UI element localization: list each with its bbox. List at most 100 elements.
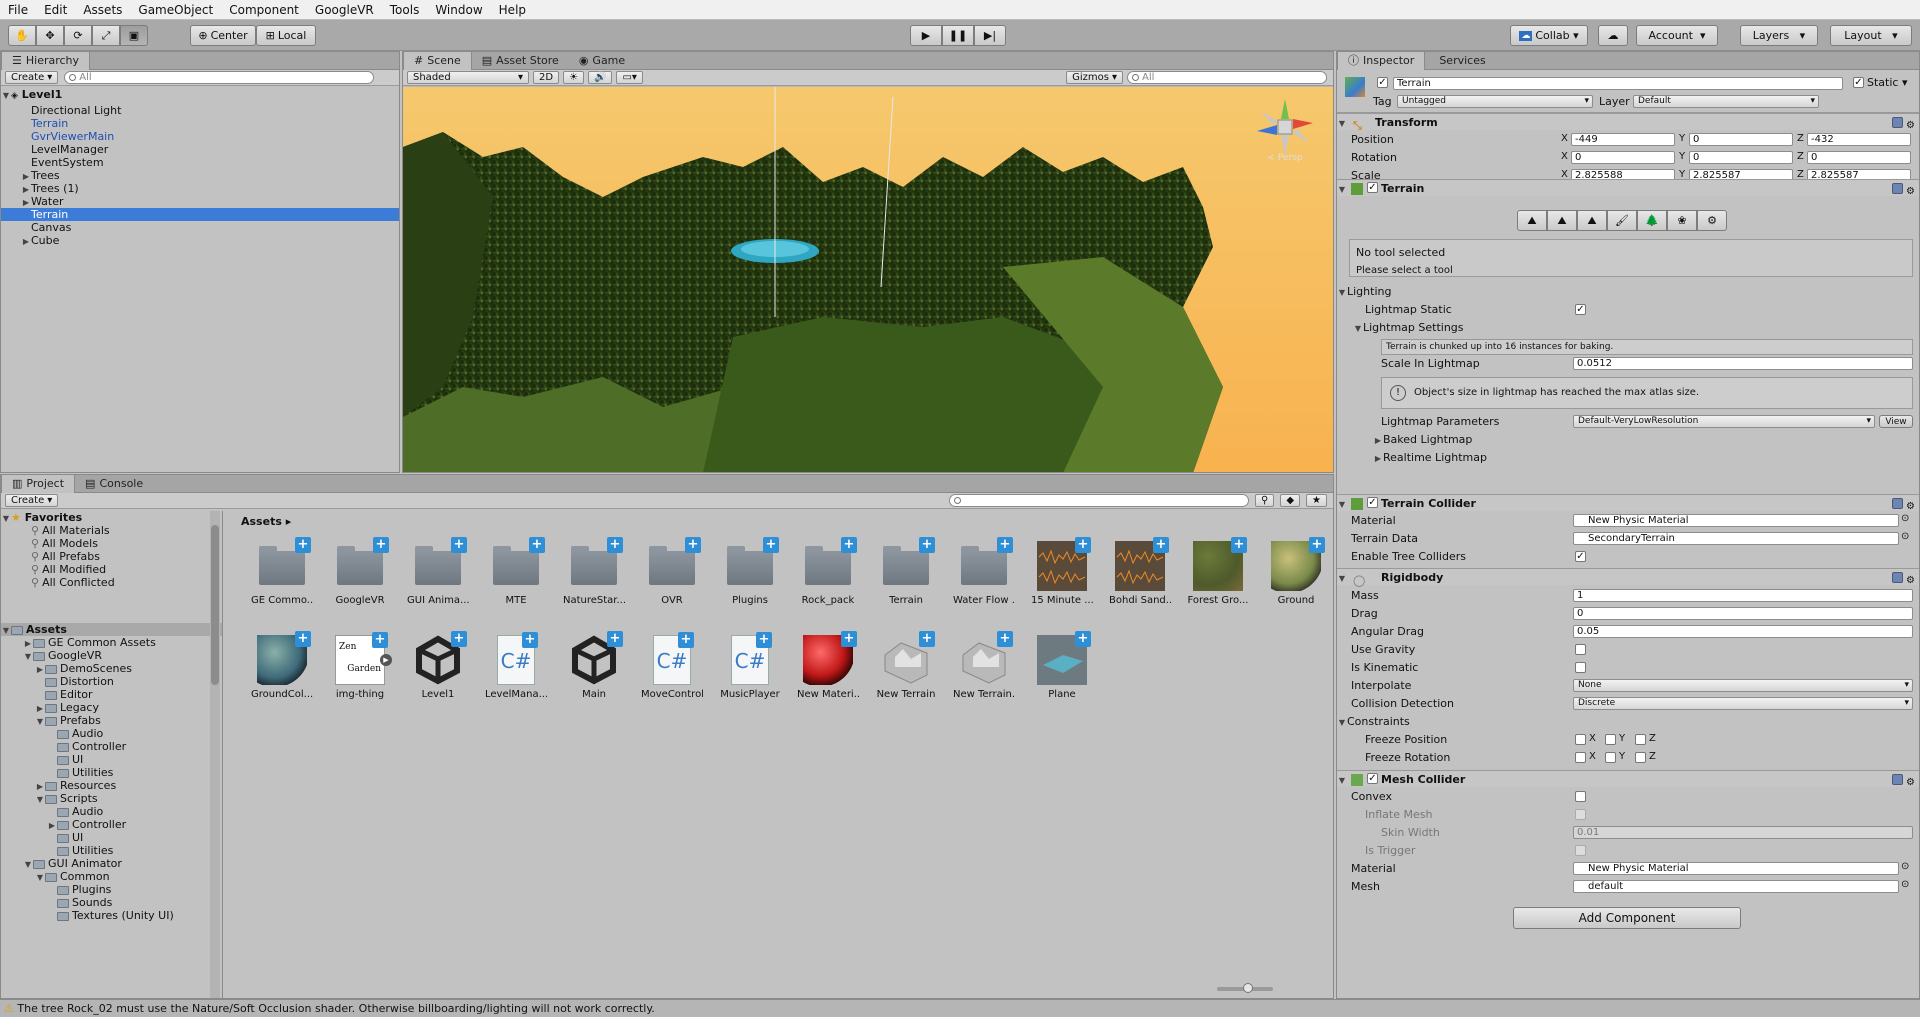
collision-detection-dropdown[interactable]: Discrete [1573,697,1913,710]
hierarchy-item[interactable]: Terrain [1,208,399,221]
scene-viewport[interactable]: < Persp [403,87,1333,472]
folder-tree-item[interactable]: ▼ Prefabs [1,714,222,727]
favorite-item[interactable]: ⚲ All Models [1,537,222,550]
convex-checkbox[interactable] [1575,791,1586,802]
add-to-scene-icon[interactable]: + [1231,537,1247,553]
folder-tree-item[interactable]: ▶ DemoScenes [1,662,222,675]
rotate-tool-icon[interactable]: ⟳ [64,25,92,46]
add-to-scene-icon[interactable]: + [372,632,388,648]
mesh-collider-enabled-checkbox[interactable]: ✓ [1367,773,1378,784]
add-to-scene-icon[interactable]: + [841,631,857,647]
favorite-item[interactable]: ⚲ All Modified [1,563,222,576]
add-to-scene-icon[interactable]: + [451,631,467,647]
favorites-header[interactable]: ▼ ★ Favorites [1,511,222,524]
interpolate-dropdown[interactable]: None [1573,679,1913,692]
asset-item[interactable]: + Plane [1031,631,1093,700]
menu-file[interactable]: File [0,0,36,20]
audio-toggle-icon[interactable]: 🔊 [588,71,613,84]
tab-console[interactable]: ▤ Console [75,475,153,493]
skin-width-field[interactable]: 0.01 [1573,826,1913,839]
inflate-mesh-checkbox[interactable] [1575,809,1586,820]
add-to-scene-icon[interactable]: + [841,537,857,553]
hierarchy-item[interactable]: ▶ Water [1,195,399,208]
asset-item[interactable]: + New Terrain [875,631,937,700]
freeze-position-y-checkbox[interactable] [1605,734,1616,745]
layer-dropdown[interactable]: Default [1633,95,1819,108]
freeze-position-x-checkbox[interactable] [1575,734,1586,745]
asset-item[interactable]: C# + LevelMana... [485,632,547,700]
folder-tree-item[interactable]: Distortion [1,675,222,688]
folder-tree-item[interactable]: ▶ Controller [1,818,222,831]
layers-dropdown[interactable]: Layers ▾ [1740,25,1818,46]
collab-dropdown[interactable]: ☁ Collab ▾ [1510,25,1588,46]
favorite-star-icon[interactable]: ★ [1306,494,1327,507]
thumbnail-size-slider[interactable] [1217,983,1273,993]
object-picker-icon[interactable]: ⊙ [1901,531,1909,542]
add-to-scene-icon[interactable]: + [522,632,538,648]
folder-tree-item[interactable]: ▶ Resources [1,779,222,792]
asset-item[interactable]: + Rock_pack [797,537,859,606]
object-name-field[interactable]: Terrain [1393,77,1843,90]
add-to-scene-icon[interactable]: + [997,537,1013,553]
favorite-item[interactable]: ⚲ All Prefabs [1,550,222,563]
tab-project[interactable]: ▥ Project [1,475,76,493]
folder-tree-item[interactable]: ▼ Common [1,870,222,883]
add-to-scene-icon[interactable]: + [607,537,623,553]
angular-drag-field[interactable]: 0.05 [1573,625,1913,638]
menu-help[interactable]: Help [491,0,534,20]
project-search-input[interactable] [949,494,1249,507]
paint-texture-icon[interactable]: 🖌 [1607,210,1637,231]
add-to-scene-icon[interactable]: + [763,537,779,553]
asset-item[interactable]: C# + MoveControl [641,632,703,700]
realtime-lightmap-foldout[interactable]: ▶ Realtime Lightmap [1373,450,1919,465]
add-to-scene-icon[interactable]: + [373,537,389,553]
object-picker-icon[interactable]: ⊙ [1901,513,1909,524]
folder-tree-item[interactable]: ▼ Scripts [1,792,222,805]
terrain-header[interactable]: ▼ ✓ Terrain ⚙ [1337,179,1919,197]
lighting-foldout[interactable]: ▼ Lighting [1337,284,1919,299]
folder-tree-item[interactable]: ▶ Legacy [1,701,222,714]
use-gravity-checkbox[interactable] [1575,644,1586,655]
object-picker-icon[interactable]: ⊙ [1901,879,1909,890]
tab-hierarchy[interactable]: ☰ Hierarchy [1,52,91,70]
asset-item[interactable]: Zen Garden ▶ + img-thing [329,632,392,700]
object-active-checkbox[interactable]: ✓ [1377,77,1388,88]
mesh-collider-header[interactable]: ▼ ✓ Mesh Collider ⚙ [1337,770,1919,788]
folder-tree-item[interactable]: Plugins [1,883,222,896]
asset-item[interactable]: + Water Flow ... [953,537,1015,606]
add-to-scene-icon[interactable]: + [756,632,772,648]
folder-tree-item[interactable]: UI [1,831,222,844]
smooth-height-icon[interactable]: ⛰ [1577,210,1607,231]
move-tool-icon[interactable]: ✥ [36,25,64,46]
add-to-scene-icon[interactable]: + [919,631,935,647]
collider-material-field[interactable]: New Physic Material [1573,514,1899,527]
asset-item[interactable]: +15 Minute ... [1031,537,1093,606]
add-to-scene-icon[interactable]: + [1075,631,1091,647]
is-trigger-checkbox[interactable] [1575,845,1586,856]
object-picker-icon[interactable]: ⊙ [1901,861,1909,872]
folder-tree-item[interactable]: Audio [1,805,222,818]
asset-item[interactable]: + Ground [1265,537,1327,606]
menu-googlevr[interactable]: GoogleVR [307,0,382,20]
asset-item[interactable]: + GroundCol... [251,631,313,700]
effects-dropdown-icon[interactable]: ▭▾ [616,71,643,84]
shading-mode-dropdown[interactable]: Shaded ▾ [407,71,529,84]
cloud-icon[interactable]: ☁ [1598,25,1628,46]
asset-item[interactable]: + Plugins [719,537,781,606]
filter-type-icon[interactable]: ⚲ [1255,494,1275,507]
add-to-scene-icon[interactable]: + [678,632,694,648]
folder-tree-item[interactable]: Editor [1,688,222,701]
position-y-field[interactable]: 0 [1689,133,1793,146]
hierarchy-item[interactable]: GvrViewerMain [1,130,399,143]
menu-window[interactable]: Window [427,0,490,20]
folder-tree-item[interactable]: Utilities [1,844,222,857]
folder-tree-item[interactable]: UI [1,753,222,766]
lightmap-static-checkbox[interactable]: ✓ [1575,304,1586,315]
expand-arrow-icon[interactable]: ▶ [21,235,31,248]
terrain-collider-enabled-checkbox[interactable]: ✓ [1367,497,1378,508]
tab-scene[interactable]: # Scene [403,52,472,70]
enable-tree-colliders-checkbox[interactable]: ✓ [1575,551,1586,562]
lighting-toggle-icon[interactable]: ☀ [563,71,585,84]
layout-dropdown[interactable]: Layout ▾ [1830,25,1912,46]
terrain-settings-icon[interactable]: ⚙ [1697,210,1727,231]
